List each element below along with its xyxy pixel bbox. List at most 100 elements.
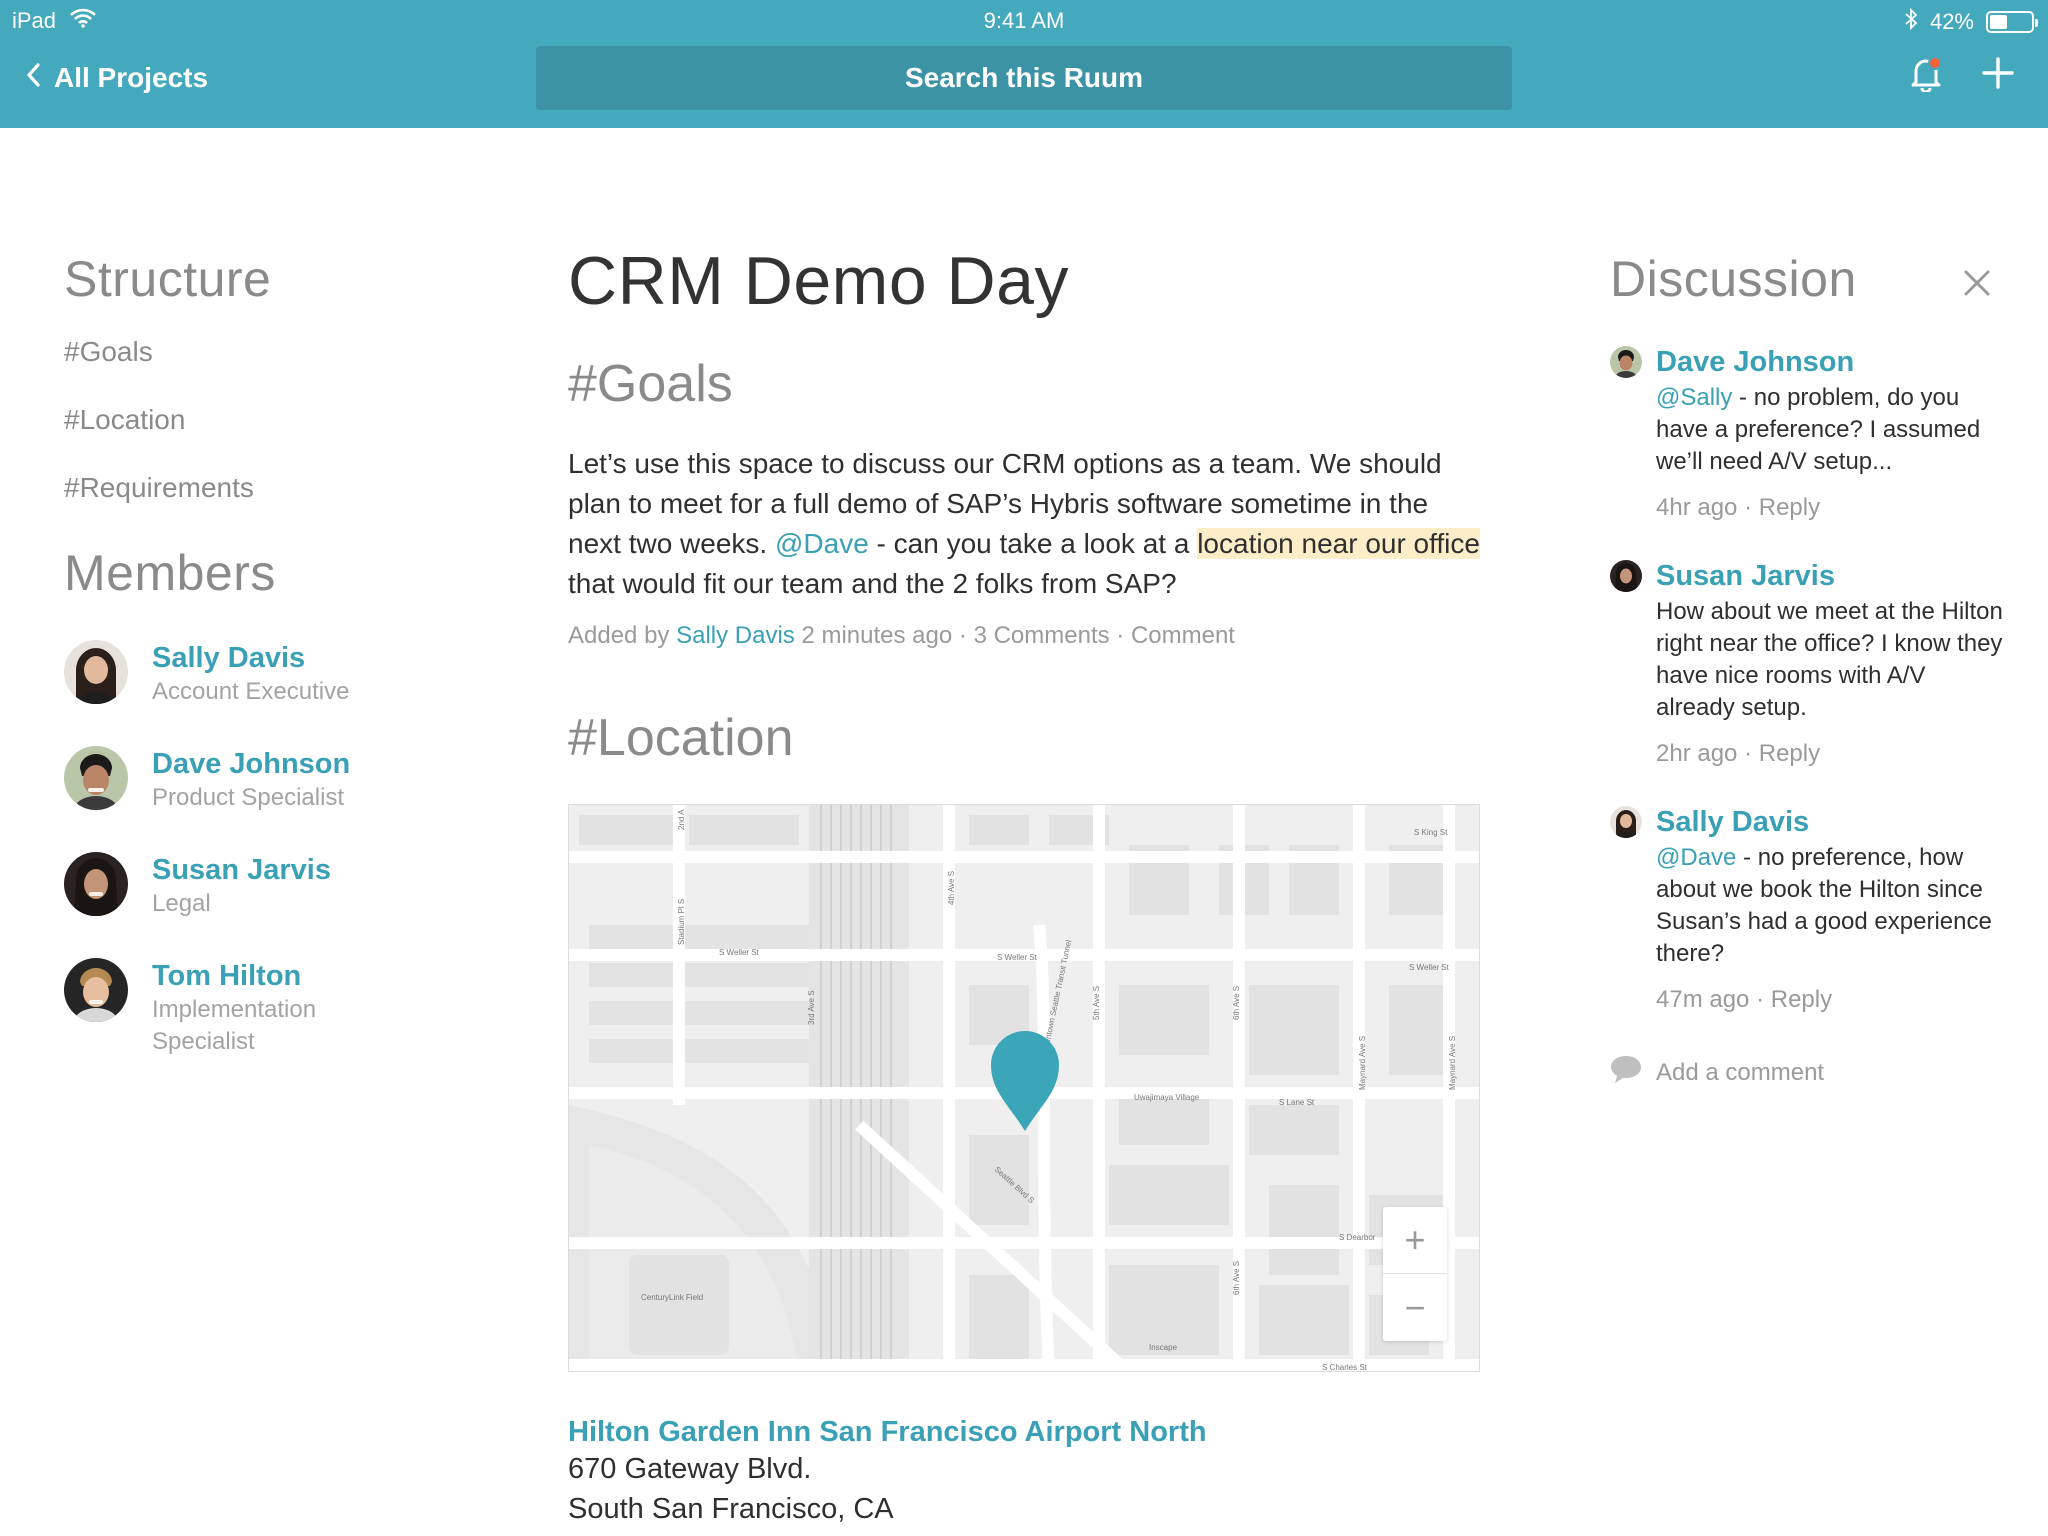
comment-time: 4hr ago	[1656, 494, 1738, 521]
device-label: iPad	[12, 8, 57, 33]
comments-count-link[interactable]: 3 Comments	[974, 622, 1110, 649]
speech-bubble-icon	[1610, 1054, 1642, 1091]
avatar	[64, 746, 128, 810]
avatar	[1610, 560, 1642, 592]
meta-separator: ·	[1737, 740, 1759, 767]
member-name[interactable]: Dave Johnson	[152, 746, 372, 782]
mention-link[interactable]: @Dave	[1656, 844, 1736, 871]
avatar	[64, 852, 128, 916]
top-bar: iPad 9:41 AM 42% All Projects Search thi…	[0, 0, 2048, 128]
page-title: CRM Demo Day	[568, 243, 1069, 319]
map-label: 2nd A	[677, 809, 686, 830]
back-button[interactable]: All Projects	[26, 56, 208, 100]
add-comment-label: Add a comment	[1656, 1058, 1825, 1086]
map-label: Inscape	[1149, 1343, 1178, 1352]
meta-time: 2 minutes ago	[794, 622, 953, 649]
venue-address-line: 670 Gateway Blvd.	[568, 1453, 812, 1485]
meta-author-link[interactable]: Sally Davis	[676, 622, 795, 649]
map-label: S Charles St	[1322, 1363, 1368, 1372]
map-label: 3rd Ave S	[807, 990, 816, 1025]
comment-meta: 2hr ago · Reply	[1656, 740, 2010, 768]
zoom-in-button[interactable]: +	[1383, 1207, 1447, 1274]
structure-heading: Structure	[64, 251, 272, 307]
member-tom-hilton[interactable]: Tom Hilton Implementation Specialist	[64, 958, 484, 1058]
member-name[interactable]: Susan Jarvis	[152, 852, 372, 888]
reply-link[interactable]: Reply	[1759, 740, 1820, 767]
comment-body: How about we meet at the Hilton right ne…	[1656, 598, 2003, 721]
map-label: S King St	[1414, 828, 1448, 837]
structure-item-location[interactable]: #Location	[64, 404, 484, 472]
members-heading: Members	[64, 545, 276, 601]
goals-heading: #Goals	[568, 355, 733, 413]
map-label: Maynard Ave S	[1448, 1036, 1457, 1090]
bluetooth-icon	[1904, 7, 1918, 36]
map-label: CenturyLink Field	[641, 1293, 703, 1302]
avatar	[1610, 806, 1642, 838]
add-comment-button[interactable]: Add a comment	[1610, 1054, 2010, 1091]
battery-percent: 42%	[1929, 9, 1974, 34]
location-map[interactable]: S King St S Weller St S Weller St S Well…	[568, 804, 1480, 1372]
member-sally-davis[interactable]: Sally Davis Account Executive	[64, 640, 484, 708]
venue-address-line: South San Francisco, CA	[568, 1493, 894, 1525]
highlighted-text[interactable]: location near our office	[1197, 528, 1480, 559]
comment-author[interactable]: Dave Johnson	[1656, 344, 2010, 380]
avatar	[64, 640, 128, 704]
status-bar: iPad 9:41 AM 42%	[0, 0, 2048, 40]
map-label: 5th Ave S	[1092, 986, 1101, 1020]
wifi-icon	[70, 8, 96, 34]
avatar	[1610, 346, 1642, 378]
map-label: S Lane St	[1279, 1098, 1315, 1107]
comment-text: @Dave - no preference, how about we book…	[1656, 842, 2010, 970]
goals-text-part: that would fit our team and the 2 folks …	[568, 568, 1177, 599]
search-bar[interactable]: Search this Ruum	[536, 46, 1512, 110]
comment-meta: 47m ago · Reply	[1656, 986, 2010, 1014]
map-label: S Weller St	[1409, 963, 1450, 972]
map-label: 4th Ave S	[947, 871, 956, 905]
main-content: CRM Demo Day #Goals Let’s use this space…	[568, 242, 1488, 1536]
comment-author[interactable]: Sally Davis	[1656, 804, 2010, 840]
close-icon[interactable]	[1964, 270, 1990, 301]
mention-link[interactable]: @Sally	[1656, 384, 1732, 411]
notifications-bell-icon[interactable]	[1908, 54, 1944, 97]
map-label: S Weller St	[719, 948, 760, 957]
mention-link[interactable]: @Dave	[775, 528, 869, 559]
comment-author[interactable]: Susan Jarvis	[1656, 558, 2010, 594]
map-label: S Dearbor	[1339, 1233, 1376, 1242]
reply-link[interactable]: Reply	[1771, 986, 1832, 1013]
comment-text: @Sally - no problem, do you have a prefe…	[1656, 382, 2010, 478]
chevron-left-icon	[26, 62, 40, 94]
member-dave-johnson[interactable]: Dave Johnson Product Specialist	[64, 746, 484, 814]
comment-link[interactable]: Comment	[1131, 622, 1235, 649]
comment-item: Susan Jarvis How about we meet at the Hi…	[1610, 558, 2010, 768]
map-label: Stadium Pl S	[677, 899, 686, 945]
add-icon[interactable]	[1982, 57, 2014, 94]
discussion-panel: Discussion Dave Johnson @Sally - no prob…	[1610, 250, 2010, 1091]
structure-item-requirements[interactable]: #Requirements	[64, 472, 484, 540]
comment-time: 2hr ago	[1656, 740, 1738, 767]
comment-item: Dave Johnson @Sally - no problem, do you…	[1610, 344, 2010, 522]
goals-paragraph: Let’s use this space to discuss our CRM …	[568, 444, 1488, 604]
map-label: S Weller St	[997, 953, 1038, 962]
comment-meta: 4hr ago · Reply	[1656, 494, 2010, 522]
left-sidebar: Structure #Goals #Location #Requirements…	[64, 250, 484, 1058]
comment-item: Sally Davis @Dave - no preference, how a…	[1610, 804, 2010, 1014]
venue-address-line: 94080	[568, 1529, 1488, 1536]
meta-separator: ·	[1109, 622, 1131, 649]
structure-item-goals[interactable]: #Goals	[64, 336, 484, 404]
meta-separator: ·	[1737, 494, 1759, 521]
member-susan-jarvis[interactable]: Susan Jarvis Legal	[64, 852, 484, 920]
location-heading: #Location	[568, 709, 794, 767]
member-name[interactable]: Sally Davis	[152, 640, 372, 676]
map-label: Maynard Ave S	[1358, 1036, 1367, 1090]
map-label: 6th Ave S	[1232, 1261, 1241, 1295]
avatar	[64, 958, 128, 1022]
goals-meta: Added by Sally Davis 2 minutes ago · 3 C…	[568, 622, 1488, 650]
comment-text: How about we meet at the Hilton right ne…	[1656, 596, 2010, 724]
member-role: Legal	[152, 890, 211, 917]
reply-link[interactable]: Reply	[1759, 494, 1820, 521]
map-label: Uwajimaya Village	[1134, 1093, 1200, 1102]
zoom-out-button[interactable]: −	[1383, 1274, 1447, 1341]
member-name[interactable]: Tom Hilton	[152, 958, 372, 994]
venue-name-link[interactable]: Hilton Garden Inn San Francisco Airport …	[568, 1416, 1488, 1449]
member-role: Implementation Specialist	[152, 996, 317, 1055]
